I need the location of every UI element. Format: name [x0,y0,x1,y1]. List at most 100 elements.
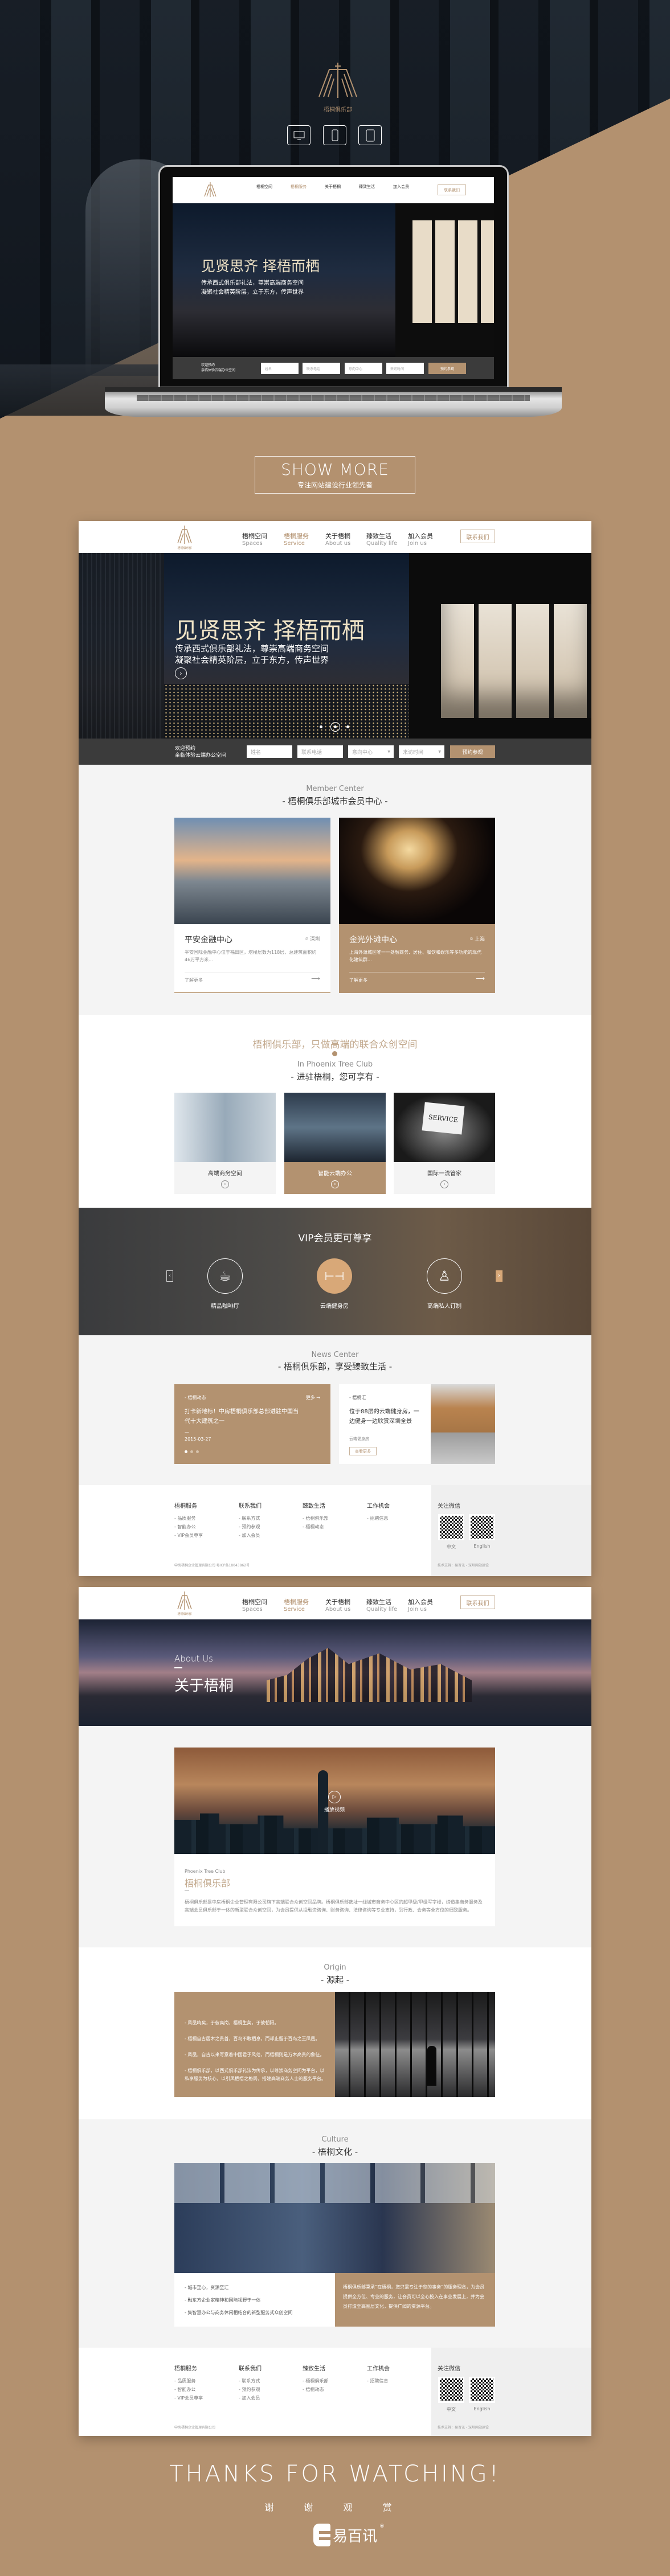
about-banner-title: 关于梧桐 [174,1677,234,1695]
chevron-right-circle-icon[interactable]: › [440,1180,448,1188]
mini-nav-life[interactable]: 臻致生活 [359,184,375,190]
news-title: - 梧桐俱乐部，享受臻致生活 - [277,1361,393,1372]
nav-item-join[interactable]: 加入会员 Join us [408,1597,433,1613]
mini-contact-button[interactable]: 联系我们 [438,184,466,195]
vip-item-label: 高端私人订制 [427,1303,461,1310]
service-label: 高端商务空间 [208,1171,242,1177]
pingan-tower-image [174,818,330,924]
header-logo-icon[interactable]: 梧桐俱乐部 [174,524,195,550]
news-date: 2015-03-27 [185,1437,211,1442]
vip-next-arrow-icon[interactable]: › [496,1270,502,1282]
gym-image [431,1384,495,1464]
culture-meeting-image [174,2163,495,2273]
nav-item-spaces[interactable]: 梧桐空间 Spaces [242,531,267,547]
laptop-base [105,387,562,417]
footer-column-life: 臻致生活 - 梧桐俱乐部 - 梧桐动态 [303,2366,329,2392]
hero-line-2: 凝聚社会精英阶层，立于东方，传声世界 [175,655,329,665]
book-visit-button[interactable]: 预约参观 [450,745,495,758]
chevron-down-icon: ▼ [387,749,390,754]
nav-item-about[interactable]: 关于梧桐 About us [325,1597,350,1613]
arrow-right-icon[interactable]: ⟶ [311,975,320,982]
play-video-icon[interactable]: ▷ [328,1791,341,1803]
contact-us-button[interactable]: 联系我们 [460,530,495,543]
location-pin-icon: ⌾ [469,937,475,942]
mini-phone-input[interactable]: 联系电话 [303,363,340,374]
mini-nav-join[interactable]: 加入会员 [393,184,409,190]
view-more-button[interactable]: 查看更多 [349,1447,377,1455]
services-slogan: 梧桐俱乐部，只做高端的联合众创空间 [252,1039,418,1051]
service-card-butler[interactable]: SERVICE 国际一流管家 › [394,1093,495,1194]
hero-next-arrow-icon[interactable]: › [175,667,187,679]
nav-item-service[interactable]: 梧桐服务 Service [284,531,309,547]
visit-time-select[interactable]: 来访时间 ▼ [399,745,444,758]
nav-item-service[interactable]: 梧桐服务 Service [284,1597,309,1613]
play-video-label[interactable]: 播放视频 [312,1806,357,1813]
chevron-right-circle-icon[interactable]: › [331,1180,339,1188]
learn-more-link[interactable]: 了解更多 [349,977,367,983]
nav-item-join[interactable]: 加入会员 Join us [408,531,433,547]
footer-column-life: 臻致生活 - 梧桐俱乐部 - 梧桐动态 [303,1503,329,1529]
copyright: 中房梧桐企业管理有限公司 [174,2426,216,2430]
nav-item-spaces[interactable]: 梧桐空间 Spaces [242,1597,267,1613]
carousel-dot-1[interactable] [320,725,322,728]
mini-booking-bar: 欢迎预约 亲临体验云端办公空间 姓名 联系电话 意向中心 来访时间 预约参观 [173,357,494,379]
mini-nav-about[interactable]: 关于梧桐 [325,184,341,190]
mini-nav-spaces[interactable]: 梧桐空间 [256,184,272,190]
phone-input[interactable]: 联系电话 [297,745,343,758]
center-select[interactable]: 意向中心 ▼ [348,745,394,758]
footer-column-jobs: 工作机会 - 招聘信息 [367,1503,390,1521]
nav-item-about[interactable]: 关于梧桐 About us [325,531,350,547]
vip-prev-arrow-icon[interactable]: ‹ [166,1270,173,1282]
news-headline[interactable]: 打卡新地标！中房梧桐俱乐部总部进驻中国当代十大建筑之一 [185,1407,299,1426]
qr-label: 中文 [447,2407,456,2412]
service-card-business-space[interactable]: 高端商务空间 › [174,1093,276,1194]
news-headline[interactable]: 位于88层的云端健身房，一边健身一边欣赏深圳全景 [349,1407,424,1426]
news-dot-active[interactable] [185,1450,187,1453]
chevron-right-circle-icon[interactable]: › [221,1180,229,1188]
footer-column-service: 梧桐服务 - 品质服务 - 智能办公 - VIP会员尊享 [174,1503,203,1538]
news-card-gym[interactable]: - 梧桐汇 位于88层的云端健身房，一边健身一边欣赏深圳全景 云端健身房 查看更… [339,1384,495,1464]
carousel-dot-3[interactable] [346,725,349,728]
origin-text-panel: - 凤凰鸣矣，于彼高岗，梧桐生矣，于彼朝阳。 - 梧桐自古居木之贵首，百鸟不敢栖… [174,1992,335,2097]
phoenix-tree-logo-icon [318,63,357,98]
mini-submit-button[interactable]: 预约参观 [428,363,466,374]
member-card-jinguang[interactable]: 金光外滩中心 ⌾ 上海 上海外滩城区唯一一处融商务、居住、餐饮和娱乐等多功能的现… [339,818,495,993]
dumbbell-icon[interactable]: ⊢⊣ [317,1258,352,1294]
nav-item-quality-life[interactable]: 臻致生活 Quality life [366,1597,397,1613]
member-card-pingan[interactable]: 平安金融中心 ⌾ 深圳 平安国际金融中心位于福田区，塔楼层数为118层、总建筑面… [174,818,330,993]
qr-label: English [473,1544,491,1549]
service-card-smart-office[interactable]: 智能云端办公 › [284,1093,386,1194]
location-pin-icon: ⌾ [305,937,310,942]
mobile-device-icon[interactable] [323,125,346,145]
brand-logo: 梧桐俱乐部 [312,57,363,114]
news-card-dynamics[interactable]: - 梧桐动态 更多 → 打卡新地标！中房梧桐俱乐部总部进驻中国当代十大建筑之一 … [174,1384,330,1464]
tech-support[interactable]: 技术支持：易百讯 - 深圳网站建设 [438,2425,489,2430]
culture-en-title: Culture [321,2135,349,2144]
news-en-title: News Center [311,1351,359,1359]
mini-booking-text: 欢迎预约 亲临体验云端办公空间 [201,363,236,372]
show-more-box[interactable]: SHOW MORE 专注网站建设行业领先者 [255,456,415,494]
news-dot[interactable] [190,1450,193,1453]
mini-time-select[interactable]: 来访时间 [386,363,424,374]
nav-item-quality-life[interactable]: 臻致生活 Quality life [366,531,397,547]
contact-us-button[interactable]: 联系我们 [460,1595,495,1609]
name-input[interactable]: 姓名 [247,745,292,758]
header-logo-icon[interactable]: 梧桐俱乐部 [174,1590,195,1616]
coffee-cup-icon[interactable]: ☕ [207,1258,243,1294]
services-en-title: In Phoenix Tree Club [297,1060,373,1069]
carousel-dot-2-active[interactable] [330,722,340,732]
news-more-link[interactable]: 更多 → [306,1394,320,1401]
mini-center-select[interactable]: 意向中心 [345,363,382,374]
mini-nav-service[interactable]: 梧桐服务 [291,184,307,190]
e-logo-icon [313,2524,330,2546]
mini-name-input[interactable]: 姓名 [261,363,299,374]
chevron-down-icon: ▼ [438,749,441,754]
news-dot[interactable] [196,1450,199,1453]
tablet-device-icon[interactable] [358,125,382,145]
learn-more-link[interactable]: 了解更多 [185,977,203,983]
arrow-right-icon[interactable]: ⟶ [476,975,485,982]
service-label: 智能云端办公 [318,1171,352,1177]
user-icon[interactable]: ♙ [427,1258,462,1294]
desktop-device-icon[interactable] [287,125,311,145]
tech-support[interactable]: 技术支持：易百讯 - 深圳网站建设 [438,1562,489,1568]
